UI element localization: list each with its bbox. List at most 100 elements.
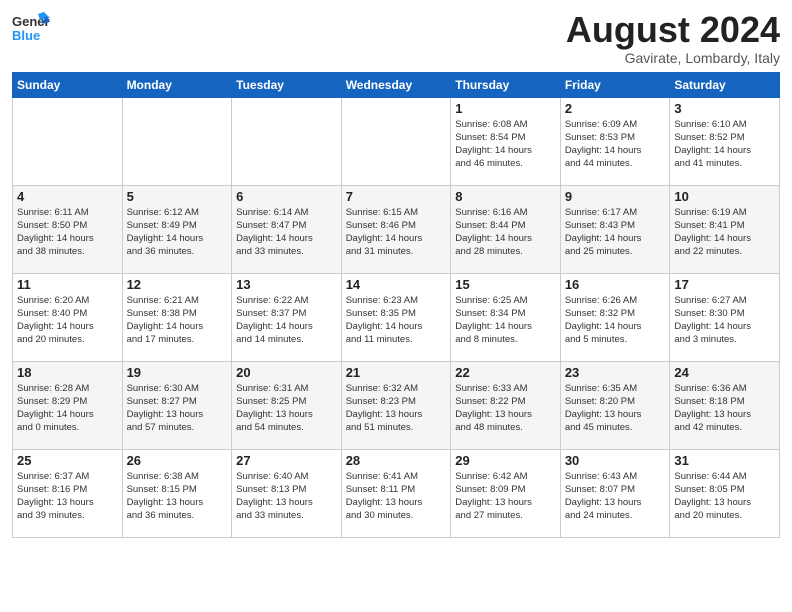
- calendar-cell: 11 Sunrise: 6:20 AM Sunset: 8:40 PM Dayli…: [13, 273, 123, 361]
- day-number: 21: [346, 365, 447, 380]
- day-info: Sunrise: 6:31 AM Sunset: 8:25 PM Dayligh…: [236, 382, 337, 435]
- col-monday: Monday: [122, 72, 232, 97]
- col-thursday: Thursday: [451, 72, 561, 97]
- day-info: Sunrise: 6:22 AM Sunset: 8:37 PM Dayligh…: [236, 294, 337, 347]
- day-info: Sunrise: 6:15 AM Sunset: 8:46 PM Dayligh…: [346, 206, 447, 259]
- day-info: Sunrise: 6:42 AM Sunset: 8:09 PM Dayligh…: [455, 470, 556, 523]
- day-number: 30: [565, 453, 666, 468]
- calendar-cell: 28 Sunrise: 6:41 AM Sunset: 8:11 PM Dayli…: [341, 449, 451, 537]
- calendar-cell: 29 Sunrise: 6:42 AM Sunset: 8:09 PM Dayli…: [451, 449, 561, 537]
- calendar-cell: 14 Sunrise: 6:23 AM Sunset: 8:35 PM Dayli…: [341, 273, 451, 361]
- day-number: 31: [674, 453, 775, 468]
- day-number: 2: [565, 101, 666, 116]
- title-block: August 2024 Gavirate, Lombardy, Italy: [566, 10, 780, 66]
- col-sunday: Sunday: [13, 72, 123, 97]
- calendar-cell: 30 Sunrise: 6:43 AM Sunset: 8:07 PM Dayli…: [560, 449, 670, 537]
- day-info: Sunrise: 6:40 AM Sunset: 8:13 PM Dayligh…: [236, 470, 337, 523]
- day-info: Sunrise: 6:19 AM Sunset: 8:41 PM Dayligh…: [674, 206, 775, 259]
- day-info: Sunrise: 6:43 AM Sunset: 8:07 PM Dayligh…: [565, 470, 666, 523]
- svg-text:Blue: Blue: [12, 28, 40, 43]
- col-saturday: Saturday: [670, 72, 780, 97]
- day-info: Sunrise: 6:21 AM Sunset: 8:38 PM Dayligh…: [127, 294, 228, 347]
- calendar-week-row: 25 Sunrise: 6:37 AM Sunset: 8:16 PM Dayli…: [13, 449, 780, 537]
- calendar-cell: [341, 97, 451, 185]
- day-info: Sunrise: 6:28 AM Sunset: 8:29 PM Dayligh…: [17, 382, 118, 435]
- calendar-cell: [122, 97, 232, 185]
- day-number: 11: [17, 277, 118, 292]
- calendar-cell: 10 Sunrise: 6:19 AM Sunset: 8:41 PM Dayli…: [670, 185, 780, 273]
- calendar-cell: 27 Sunrise: 6:40 AM Sunset: 8:13 PM Dayli…: [232, 449, 342, 537]
- day-number: 20: [236, 365, 337, 380]
- calendar-cell: 21 Sunrise: 6:32 AM Sunset: 8:23 PM Dayli…: [341, 361, 451, 449]
- calendar-cell: 13 Sunrise: 6:22 AM Sunset: 8:37 PM Dayli…: [232, 273, 342, 361]
- day-info: Sunrise: 6:17 AM Sunset: 8:43 PM Dayligh…: [565, 206, 666, 259]
- calendar-cell: 26 Sunrise: 6:38 AM Sunset: 8:15 PM Dayli…: [122, 449, 232, 537]
- day-number: 6: [236, 189, 337, 204]
- day-number: 17: [674, 277, 775, 292]
- calendar-cell: 19Sunrise: 6:30 AM Sunset: 8:27 PM Dayli…: [122, 361, 232, 449]
- header: General Blue August 2024 Gavirate, Lomba…: [12, 10, 780, 66]
- day-number: 13: [236, 277, 337, 292]
- calendar-cell: 9 Sunrise: 6:17 AM Sunset: 8:43 PM Daylig…: [560, 185, 670, 273]
- day-info: Sunrise: 6:11 AM Sunset: 8:50 PM Dayligh…: [17, 206, 118, 259]
- day-number: 10: [674, 189, 775, 204]
- calendar-cell: 12Sunrise: 6:21 AM Sunset: 8:38 PM Dayli…: [122, 273, 232, 361]
- calendar-body: 1Sunrise: 6:08 AM Sunset: 8:54 PM Daylig…: [13, 97, 780, 537]
- day-number: 5: [127, 189, 228, 204]
- day-info: Sunrise: 6:37 AM Sunset: 8:16 PM Dayligh…: [17, 470, 118, 523]
- page-container: General Blue August 2024 Gavirate, Lomba…: [0, 0, 792, 546]
- day-info: Sunrise: 6:35 AM Sunset: 8:20 PM Dayligh…: [565, 382, 666, 435]
- calendar-cell: 18 Sunrise: 6:28 AM Sunset: 8:29 PM Dayli…: [13, 361, 123, 449]
- day-info: Sunrise: 6:14 AM Sunset: 8:47 PM Dayligh…: [236, 206, 337, 259]
- calendar-cell: 25 Sunrise: 6:37 AM Sunset: 8:16 PM Dayli…: [13, 449, 123, 537]
- day-info: Sunrise: 6:32 AM Sunset: 8:23 PM Dayligh…: [346, 382, 447, 435]
- calendar-week-row: 4 Sunrise: 6:11 AM Sunset: 8:50 PM Daylig…: [13, 185, 780, 273]
- day-number: 18: [17, 365, 118, 380]
- day-number: 14: [346, 277, 447, 292]
- day-number: 24: [674, 365, 775, 380]
- calendar-cell: 20 Sunrise: 6:31 AM Sunset: 8:25 PM Dayli…: [232, 361, 342, 449]
- calendar-cell: 17 Sunrise: 6:27 AM Sunset: 8:30 PM Dayli…: [670, 273, 780, 361]
- day-number: 26: [127, 453, 228, 468]
- day-number: 19: [127, 365, 228, 380]
- calendar-cell: 4 Sunrise: 6:11 AM Sunset: 8:50 PM Daylig…: [13, 185, 123, 273]
- day-info: Sunrise: 6:26 AM Sunset: 8:32 PM Dayligh…: [565, 294, 666, 347]
- logo-bird-icon: General Blue: [12, 10, 50, 48]
- calendar-cell: 6 Sunrise: 6:14 AM Sunset: 8:47 PM Daylig…: [232, 185, 342, 273]
- day-number: 28: [346, 453, 447, 468]
- day-number: 3: [674, 101, 775, 116]
- day-info: Sunrise: 6:38 AM Sunset: 8:15 PM Dayligh…: [127, 470, 228, 523]
- day-number: 29: [455, 453, 556, 468]
- day-number: 22: [455, 365, 556, 380]
- calendar-week-row: 11 Sunrise: 6:20 AM Sunset: 8:40 PM Dayli…: [13, 273, 780, 361]
- day-number: 4: [17, 189, 118, 204]
- location-label: Gavirate, Lombardy, Italy: [566, 50, 780, 66]
- day-number: 15: [455, 277, 556, 292]
- day-info: Sunrise: 6:36 AM Sunset: 8:18 PM Dayligh…: [674, 382, 775, 435]
- day-number: 23: [565, 365, 666, 380]
- day-info: Sunrise: 6:09 AM Sunset: 8:53 PM Dayligh…: [565, 118, 666, 171]
- day-info: Sunrise: 6:33 AM Sunset: 8:22 PM Dayligh…: [455, 382, 556, 435]
- logo: General Blue: [12, 10, 50, 48]
- col-tuesday: Tuesday: [232, 72, 342, 97]
- day-info: Sunrise: 6:44 AM Sunset: 8:05 PM Dayligh…: [674, 470, 775, 523]
- day-info: Sunrise: 6:41 AM Sunset: 8:11 PM Dayligh…: [346, 470, 447, 523]
- calendar-cell: [13, 97, 123, 185]
- day-info: Sunrise: 6:23 AM Sunset: 8:35 PM Dayligh…: [346, 294, 447, 347]
- calendar-cell: 2 Sunrise: 6:09 AM Sunset: 8:53 PM Daylig…: [560, 97, 670, 185]
- day-number: 7: [346, 189, 447, 204]
- day-number: 27: [236, 453, 337, 468]
- day-number: 25: [17, 453, 118, 468]
- calendar-week-row: 18 Sunrise: 6:28 AM Sunset: 8:29 PM Dayli…: [13, 361, 780, 449]
- day-number: 9: [565, 189, 666, 204]
- calendar-cell: 7 Sunrise: 6:15 AM Sunset: 8:46 PM Daylig…: [341, 185, 451, 273]
- day-info: Sunrise: 6:27 AM Sunset: 8:30 PM Dayligh…: [674, 294, 775, 347]
- day-number: 1: [455, 101, 556, 116]
- day-info: Sunrise: 6:12 AM Sunset: 8:49 PM Dayligh…: [127, 206, 228, 259]
- day-number: 8: [455, 189, 556, 204]
- calendar-cell: 1Sunrise: 6:08 AM Sunset: 8:54 PM Daylig…: [451, 97, 561, 185]
- calendar-header-row: Sunday Monday Tuesday Wednesday Thursday…: [13, 72, 780, 97]
- day-info: Sunrise: 6:20 AM Sunset: 8:40 PM Dayligh…: [17, 294, 118, 347]
- calendar-cell: 3Sunrise: 6:10 AM Sunset: 8:52 PM Daylig…: [670, 97, 780, 185]
- calendar-cell: 22 Sunrise: 6:33 AM Sunset: 8:22 PM Dayli…: [451, 361, 561, 449]
